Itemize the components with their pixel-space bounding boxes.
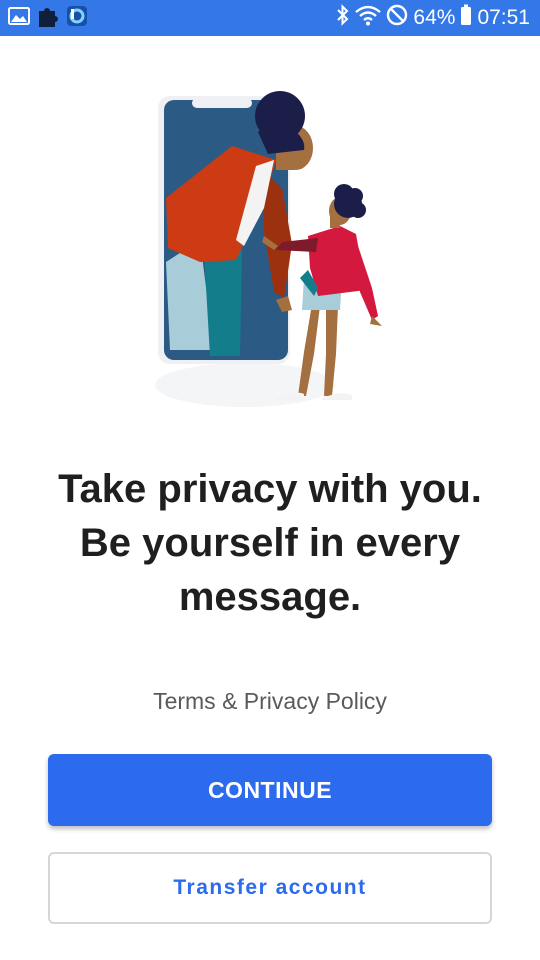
do-not-disturb-icon (386, 4, 408, 32)
wifi-icon (355, 4, 382, 32)
page-title: Take privacy with you. Be yourself in ev… (20, 462, 520, 624)
bluetooth-icon (336, 4, 350, 32)
app-icon (66, 5, 88, 32)
headline-line-3: message. (178, 575, 362, 619)
status-right: 64% 07:51 (336, 4, 530, 32)
clock-time: 07:51 (477, 6, 530, 29)
battery-icon (460, 4, 472, 32)
hero-illustration (150, 90, 390, 410)
status-left-icons (8, 4, 88, 33)
transfer-account-button[interactable]: Transfer account (48, 852, 492, 924)
terms-privacy-link[interactable]: Terms & Privacy Policy (70, 688, 470, 715)
battery-percent: 64% (413, 6, 456, 29)
status-bar: 64% 07:51 (0, 0, 540, 36)
continue-button[interactable]: CONTINUE (48, 754, 492, 826)
headline-line-1: Take privacy with you. (58, 467, 482, 511)
image-icon (8, 6, 30, 30)
puzzle-icon (36, 4, 60, 33)
headline-line-2: Be yourself in every (79, 521, 461, 565)
